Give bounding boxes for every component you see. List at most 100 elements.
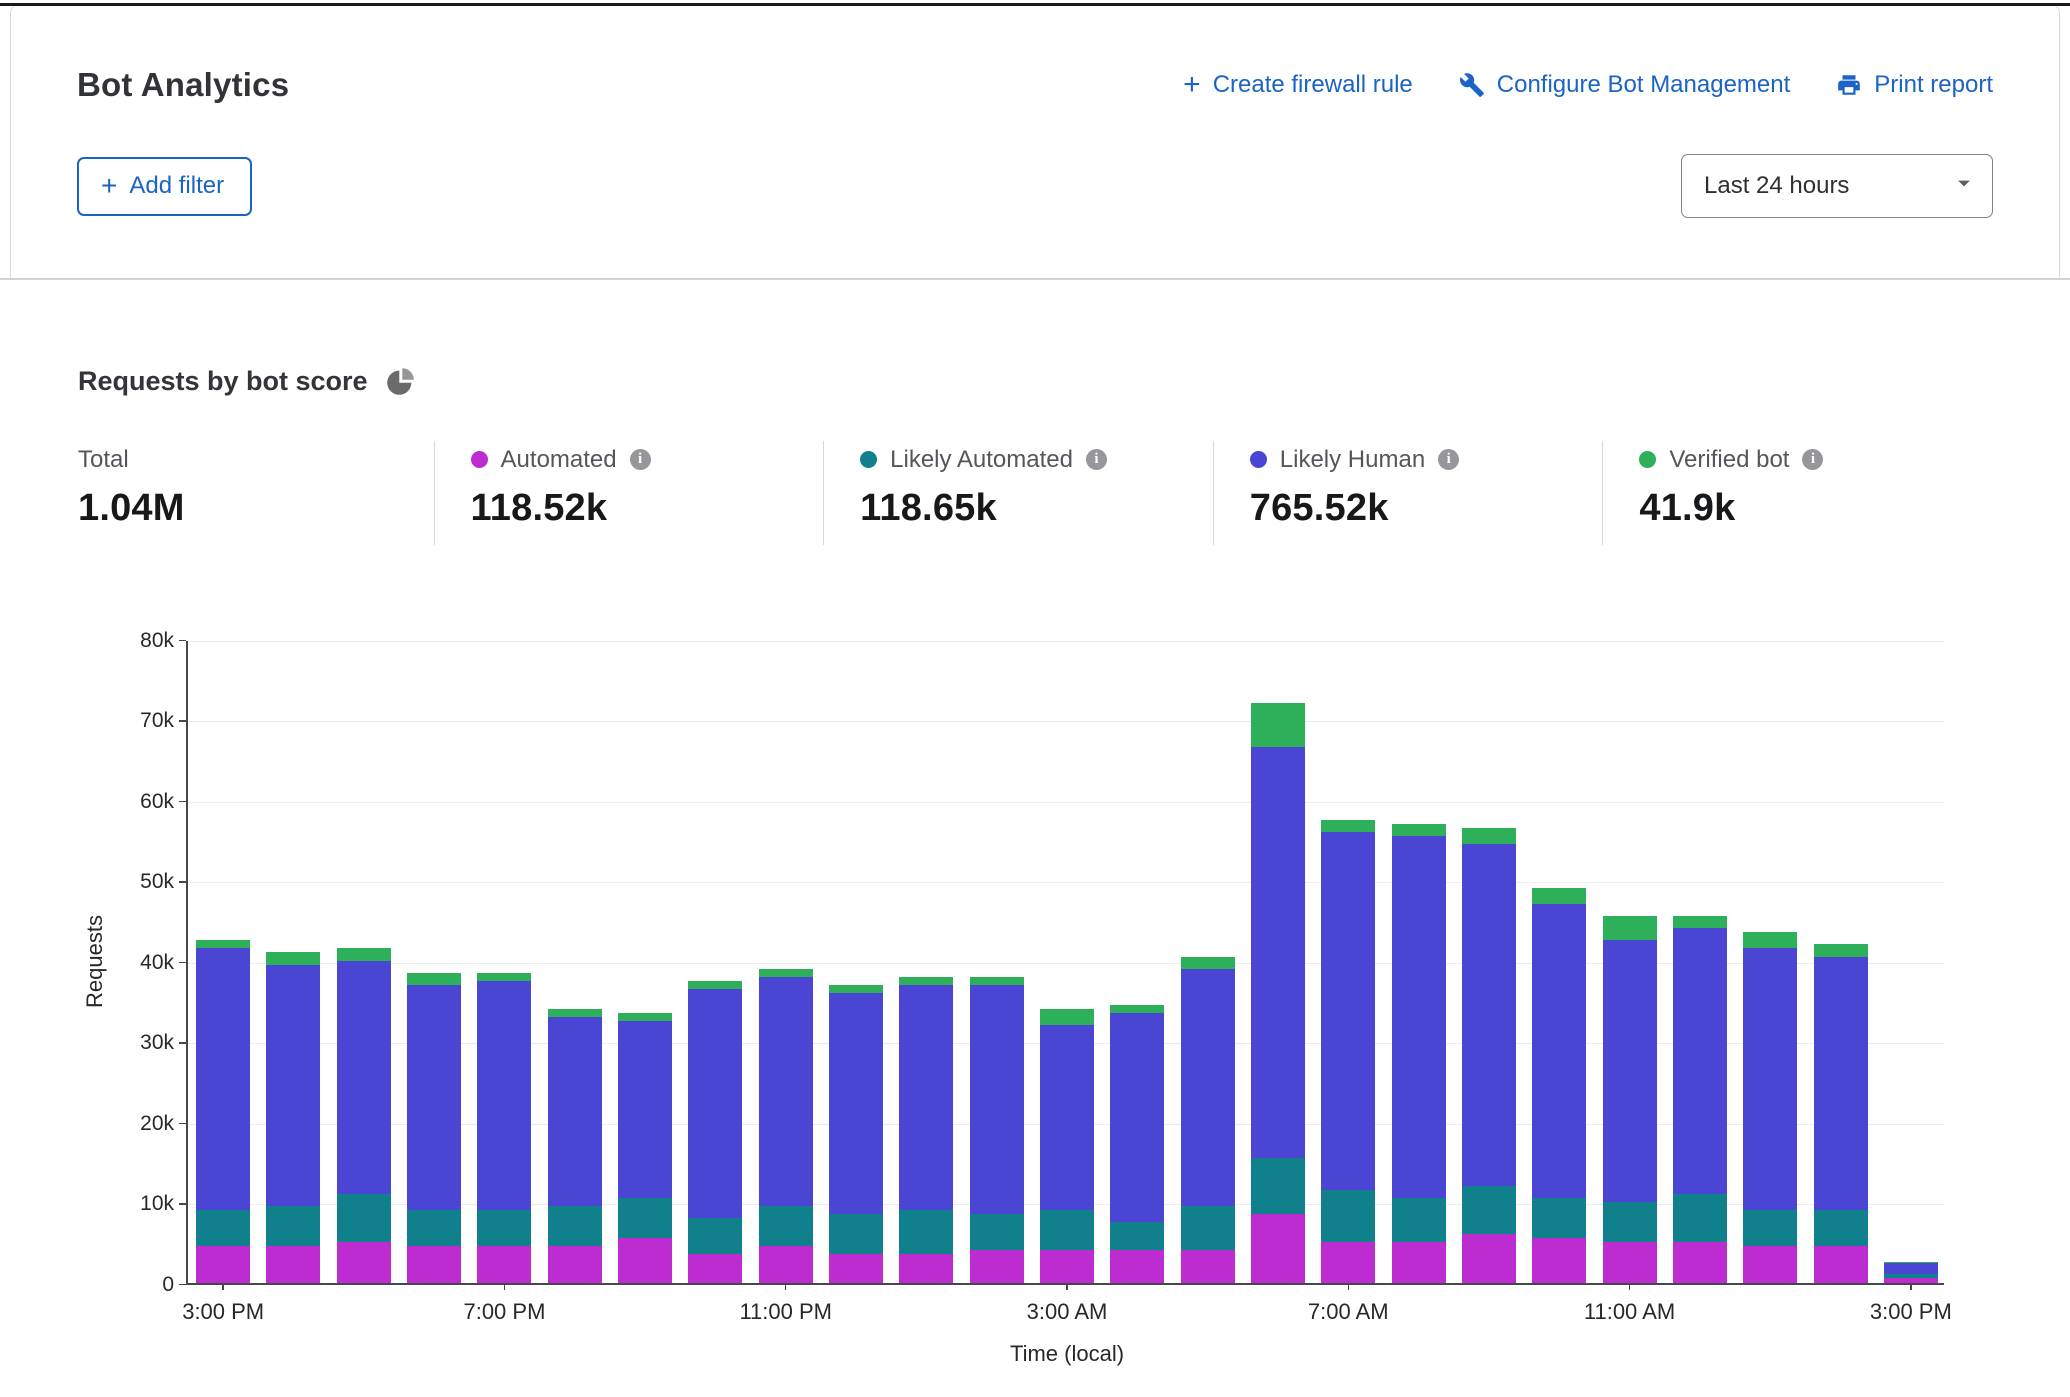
chart-bar-1[interactable] [266, 952, 320, 1282]
bar-segment-verified-bot [1251, 703, 1305, 747]
y-tick-mark [179, 1123, 186, 1125]
x-tick-label: 11:00 AM [1545, 1299, 1715, 1325]
bar-segment-likely-human [1321, 832, 1375, 1190]
bar-segment-verified-bot [688, 981, 742, 989]
chart-bar-14[interactable] [1181, 957, 1235, 1283]
bar-segment-likely-automated [1392, 1198, 1446, 1242]
chart-bar-9[interactable] [829, 985, 883, 1283]
bar-segment-verified-bot [1532, 888, 1586, 904]
bar-segment-automated [759, 1246, 813, 1282]
x-tick-mark [1348, 1283, 1350, 1290]
chart-bar-18[interactable] [1462, 828, 1516, 1283]
bar-segment-verified-bot [1814, 944, 1868, 956]
bar-segment-verified-bot [618, 1013, 672, 1021]
chart-bar-11[interactable] [970, 977, 1024, 1283]
likely-automated-legend-dot [860, 451, 877, 468]
chart-bar-0[interactable] [196, 940, 250, 1282]
bar-segment-verified-bot [1603, 916, 1657, 940]
filter-row: + Add filter Last 24 hours [77, 154, 1993, 218]
header-actions: + Create firewall rule Configure Bot Man… [1183, 71, 1993, 99]
stat-label: Automated [501, 446, 617, 474]
bar-segment-likely-human [970, 985, 1024, 1214]
info-icon[interactable]: i [630, 449, 651, 470]
bar-segment-automated [1321, 1242, 1375, 1282]
x-tick-mark [222, 1283, 224, 1290]
chart-bar-5[interactable] [548, 1009, 602, 1283]
stat-label: Total [78, 446, 129, 474]
bar-segment-verified-bot [829, 985, 883, 993]
chart-bar-10[interactable] [899, 977, 953, 1283]
chart-bar-19[interactable] [1532, 888, 1586, 1282]
chart-bar-7[interactable] [688, 981, 742, 1283]
stats-row: Total 1.04M Automated i 118.52k Likely A… [78, 441, 1992, 545]
info-icon[interactable]: i [1086, 449, 1107, 470]
bar-segment-likely-human [1040, 1025, 1094, 1210]
bar-segment-automated [1603, 1242, 1657, 1282]
bar-segment-likely-human [1814, 957, 1868, 1211]
print-report-link[interactable]: Print report [1836, 71, 1993, 99]
y-tick-mark [179, 720, 186, 722]
y-tick-label: 80k [118, 629, 174, 653]
y-tick-label: 60k [118, 790, 174, 814]
bar-segment-likely-human [618, 1021, 672, 1198]
chart-bar-22[interactable] [1743, 932, 1797, 1282]
chart-bar-24[interactable] [1884, 1262, 1938, 1282]
chart-bar-12[interactable] [1040, 1009, 1094, 1283]
chart-bar-15[interactable] [1251, 703, 1305, 1283]
chart-bar-23[interactable] [1814, 944, 1868, 1282]
configure-bot-management-label: Configure Bot Management [1497, 71, 1791, 99]
bar-segment-likely-automated [1321, 1190, 1375, 1242]
chart-bar-3[interactable] [407, 973, 461, 1283]
bar-segment-verified-bot [1462, 828, 1516, 844]
create-firewall-rule-label: Create firewall rule [1213, 71, 1413, 99]
plus-icon: + [1183, 73, 1201, 97]
pie-chart-icon[interactable] [386, 367, 415, 396]
bar-segment-verified-bot [548, 1009, 602, 1017]
y-tick-mark [179, 1203, 186, 1205]
chart-bar-21[interactable] [1673, 916, 1727, 1282]
bar-segment-automated [1251, 1214, 1305, 1282]
chart-bar-17[interactable] [1392, 824, 1446, 1283]
add-filter-button[interactable]: + Add filter [77, 157, 252, 216]
y-axis-label: Requests [80, 641, 110, 1283]
bar-segment-likely-human [1462, 844, 1516, 1186]
x-tick-mark [1066, 1283, 1068, 1290]
bar-segment-likely-automated [1040, 1210, 1094, 1250]
time-range-dropdown[interactable]: Last 24 hours [1681, 154, 1993, 218]
bar-segment-verified-bot [899, 977, 953, 985]
chart-bar-2[interactable] [337, 948, 391, 1282]
y-tick-label: 30k [118, 1031, 174, 1055]
bar-segment-automated [829, 1254, 883, 1282]
bar-segment-likely-human [1532, 904, 1586, 1198]
stat-verified-bot: Verified bot i 41.9k [1602, 441, 1992, 545]
create-firewall-rule-link[interactable]: + Create firewall rule [1183, 71, 1413, 99]
bar-segment-verified-bot [407, 973, 461, 985]
chart-bar-16[interactable] [1321, 820, 1375, 1283]
stat-value: 118.52k [471, 487, 824, 530]
info-icon[interactable]: i [1438, 449, 1459, 470]
bar-segment-likely-human [829, 993, 883, 1214]
bar-segment-verified-bot [1743, 932, 1797, 948]
bar-segment-automated [196, 1246, 250, 1282]
x-tick-label: 7:00 PM [419, 1299, 589, 1325]
chart-bar-13[interactable] [1110, 1005, 1164, 1283]
stat-likely-automated: Likely Automated i 118.65k [823, 441, 1213, 545]
y-tick-mark [179, 801, 186, 803]
bar-segment-likely-automated [899, 1210, 953, 1254]
info-icon[interactable]: i [1802, 449, 1823, 470]
bar-segment-verified-bot [1392, 824, 1446, 836]
bar-segment-likely-human [196, 948, 250, 1210]
gridline [188, 641, 1944, 642]
analytics-body: Requests by bot score Total 1.04M Automa… [0, 366, 2070, 1285]
configure-bot-management-link[interactable]: Configure Bot Management [1459, 71, 1791, 99]
chart-bar-8[interactable] [759, 969, 813, 1283]
chart-bar-20[interactable] [1603, 916, 1657, 1282]
bar-segment-likely-automated [1251, 1158, 1305, 1214]
y-tick-label: 70k [118, 709, 174, 733]
chart-bar-6[interactable] [618, 1013, 672, 1283]
chart-bar-4[interactable] [477, 973, 531, 1283]
bar-segment-likely-automated [548, 1206, 602, 1246]
bar-segment-verified-bot [1321, 820, 1375, 832]
y-tick-mark [179, 962, 186, 964]
stat-likely-human: Likely Human i 765.52k [1213, 441, 1603, 545]
